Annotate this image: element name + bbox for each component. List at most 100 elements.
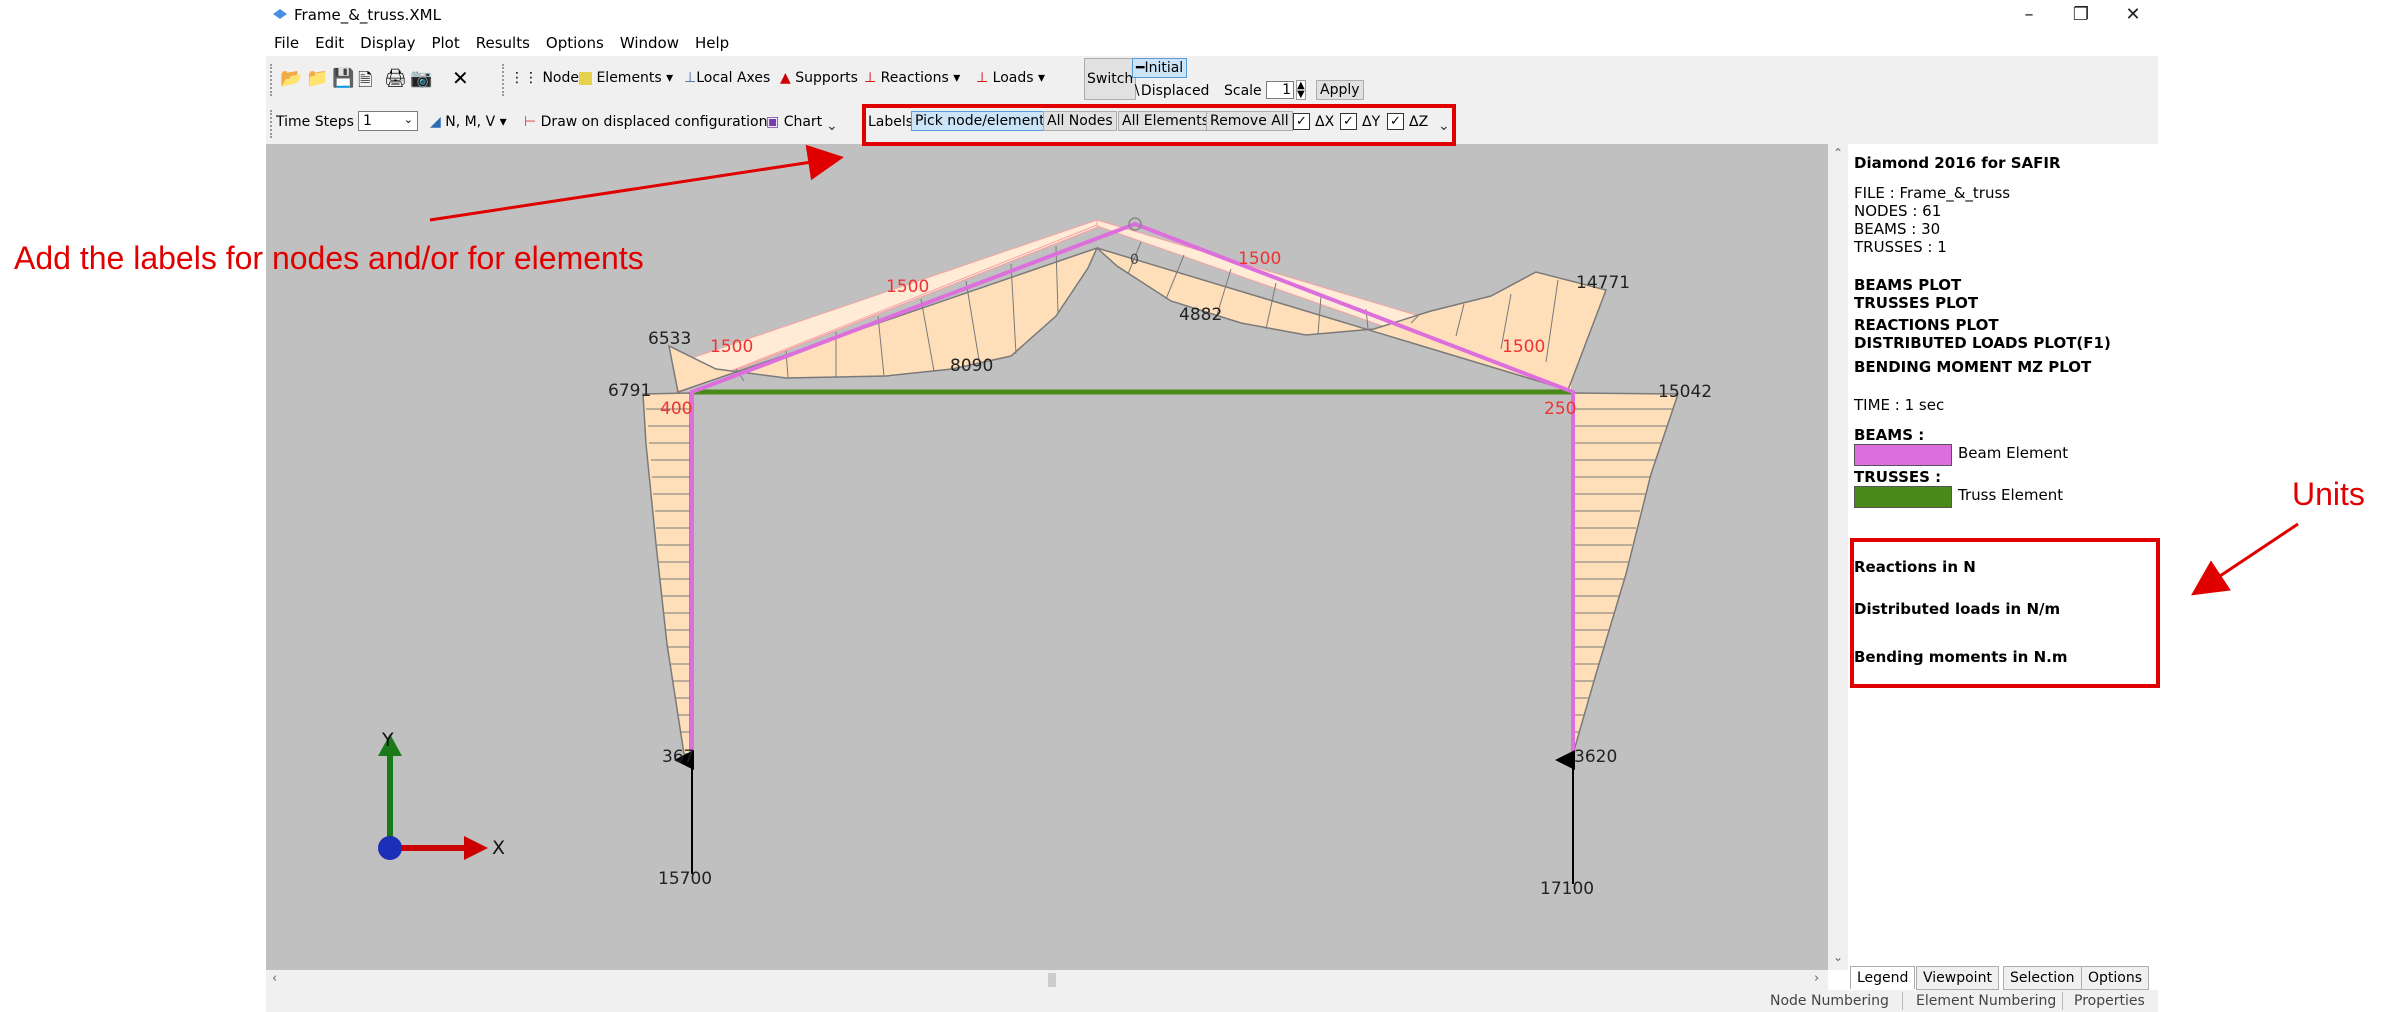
legend-beam-element: Beam Element — [1958, 444, 2069, 462]
app-window: Frame_&_truss.XML – ❐ ✕ File Edit Display P… — [266, 0, 2158, 1012]
label-6533: 6533 — [648, 329, 691, 349]
menu-file[interactable]: File — [266, 30, 307, 52]
tab-viewpoint[interactable]: Viewpoint — [1916, 966, 1999, 990]
print-preview-icon[interactable]: 🗎 — [358, 68, 372, 98]
scroll-up-icon[interactable]: ⌃ — [1833, 146, 1843, 160]
scale-input[interactable]: 1 — [1266, 81, 1294, 99]
menu-options[interactable]: Options — [538, 30, 612, 52]
chart-button[interactable]: ▣ Chart — [766, 114, 822, 130]
toolbar-grip — [270, 64, 275, 96]
apply-button[interactable]: Apply — [1316, 80, 1364, 100]
reactions-button[interactable]: ⊥ Reactions ▾ — [864, 70, 960, 86]
tab-legend[interactable]: Legend — [1850, 966, 1916, 989]
elements-button[interactable]: Elements ▾ — [579, 70, 673, 86]
label-6791: 6791 — [608, 381, 651, 401]
initial-label: Initial — [1144, 60, 1184, 76]
label-3620: 3620 — [1574, 747, 1617, 767]
close-icon[interactable]: ✕ — [2108, 2, 2158, 28]
draw-displaced-label: Draw on displaced configuration — [540, 114, 768, 130]
tab-options[interactable]: Options — [2081, 966, 2150, 990]
label-apex-zero: 0 — [1130, 252, 1139, 268]
legend-truss-element: Truss Element — [1958, 486, 2064, 504]
label-14771: 14771 — [1576, 273, 1630, 293]
window-title: Frame_&_truss.XML — [294, 6, 441, 24]
legend-bending-plot: BENDING MOMENT MZ PLOT — [1854, 358, 2092, 376]
open-recent-icon[interactable]: 📁 — [306, 68, 328, 89]
open-icon[interactable]: 📂 — [280, 68, 302, 89]
menu-edit[interactable]: Edit — [307, 30, 352, 52]
menu-results[interactable]: Results — [468, 30, 538, 52]
labels-toolbar-highlight — [862, 104, 1456, 146]
toolbar-grip — [502, 64, 507, 96]
scroll-thumb[interactable] — [1048, 973, 1056, 987]
beam-elements[interactable] — [690, 221, 1575, 756]
menu-window[interactable]: Window — [612, 30, 687, 52]
label-15042: 15042 — [1658, 382, 1712, 402]
time-steps-select[interactable]: 1 ⌄ — [358, 111, 418, 131]
load-1500-c: 1500 — [1238, 249, 1281, 269]
displaced-button[interactable]: ∖Displaced — [1132, 83, 1209, 99]
nodes-button[interactable]: ⋮⋮ Nodes — [510, 70, 586, 86]
reactions-icon: ⊥ — [864, 70, 877, 86]
legend-reactions-plot: REACTIONS PLOT — [1854, 316, 1999, 334]
label-8090: 8090 — [950, 356, 993, 376]
status-element-numbering[interactable]: Element Numbering — [1916, 993, 2056, 1009]
print-icon[interactable]: 🖨 — [384, 68, 407, 89]
nmv-button[interactable]: ◢ N, M, V ▾ — [430, 114, 507, 130]
supports-button[interactable]: ▲ Supports — [780, 70, 858, 86]
restore-icon[interactable]: ❐ — [2056, 2, 2106, 28]
axis-y-label: Y — [381, 729, 394, 751]
title-bar: Frame_&_truss.XML – ❐ ✕ — [266, 0, 2158, 30]
status-divider — [2062, 992, 2063, 1010]
toolbar-overflow[interactable]: ⌄ — [826, 118, 838, 134]
time-steps-label: Time Steps — [276, 114, 354, 130]
menu-plot[interactable]: Plot — [423, 30, 467, 52]
save-icon[interactable]: 💾 — [332, 68, 354, 89]
annotation-labels-text: Add the labels for nodes and/or for elem… — [14, 240, 644, 276]
nmv-label: N, M, V — [445, 114, 496, 130]
scale-spinner[interactable]: ▲ ▼ — [1296, 80, 1306, 100]
axis-x-label: X — [492, 837, 505, 859]
label-4882: 4882 — [1179, 305, 1222, 325]
elements-label: Elements — [596, 70, 662, 86]
initial-button[interactable]: ━Initial — [1132, 58, 1188, 78]
status-divider — [1902, 992, 1903, 1010]
bending-moment-right-rafter — [1096, 247, 1607, 391]
minimize-icon[interactable]: – — [2004, 2, 2054, 28]
draw-displaced-button[interactable]: ⊢ Draw on displaced configuration — [524, 114, 768, 130]
vertical-scrollbar[interactable]: ⌃ ⌄ — [1828, 144, 1848, 970]
horizontal-scrollbar[interactable]: ‹ › — [266, 970, 1828, 990]
tab-selection[interactable]: Selection — [2003, 966, 2082, 990]
menu-help[interactable]: Help — [687, 30, 737, 52]
scroll-down-icon[interactable]: ⌄ — [1833, 950, 1843, 964]
status-node-numbering[interactable]: Node Numbering — [1770, 993, 1889, 1009]
scroll-left-icon[interactable]: ‹ — [272, 971, 277, 986]
legend-nodes: NODES : 61 — [1854, 202, 1942, 220]
camera-icon[interactable]: 📷 — [410, 68, 432, 89]
delete-icon[interactable]: ✕ — [452, 66, 469, 90]
scroll-right-icon[interactable]: › — [1814, 971, 1819, 986]
status-properties[interactable]: Properties — [2074, 993, 2145, 1009]
scale-label: Scale — [1224, 83, 1262, 99]
label-17100: 17100 — [1540, 879, 1594, 899]
switch-button[interactable]: Switch — [1084, 58, 1137, 100]
local-axes-button[interactable]: ⊥Local Axes — [684, 70, 770, 86]
reactions-label: Reactions — [880, 70, 949, 86]
chart-icon: ▣ — [766, 114, 780, 130]
status-bar: Node Numbering Element Numbering Propert… — [266, 990, 2158, 1012]
bending-moment-right-column — [1572, 392, 1680, 755]
load-1500-d: 1500 — [1502, 337, 1545, 357]
beam-color-swatch — [1854, 444, 1952, 466]
loads-button[interactable]: ⊥ Loads ▾ — [976, 70, 1045, 86]
loads-label: Loads — [992, 70, 1034, 86]
truss-color-swatch — [1854, 486, 1952, 508]
axis-triad — [378, 734, 488, 860]
nodes-icon: ⋮⋮ — [510, 70, 538, 86]
menu-display[interactable]: Display — [352, 30, 423, 52]
legend-trusses: TRUSSES : 1 — [1854, 238, 1947, 256]
legend-beams-header: BEAMS : — [1854, 426, 1925, 444]
label-367: 367 — [662, 747, 694, 767]
time-steps-value: 1 — [363, 113, 372, 129]
load-250: 250 — [1544, 399, 1576, 419]
label-15700: 15700 — [658, 869, 712, 889]
